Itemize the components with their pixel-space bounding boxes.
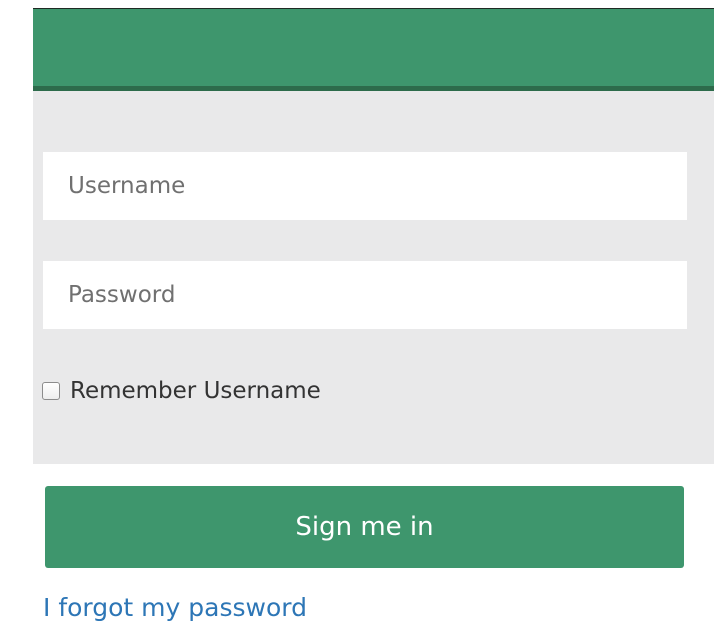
- remember-username-option[interactable]: Remember Username: [42, 374, 321, 408]
- remember-username-label: Remember Username: [70, 378, 321, 404]
- remember-username-checkbox[interactable]: [42, 382, 60, 400]
- forgot-password-link[interactable]: I forgot my password: [43, 592, 307, 624]
- login-header-bar: [33, 9, 714, 86]
- sign-in-button[interactable]: Sign me in: [45, 486, 684, 568]
- password-input[interactable]: [43, 261, 687, 329]
- login-page: Remember Username Sign me in I forgot my…: [0, 0, 714, 624]
- username-input[interactable]: [43, 152, 687, 220]
